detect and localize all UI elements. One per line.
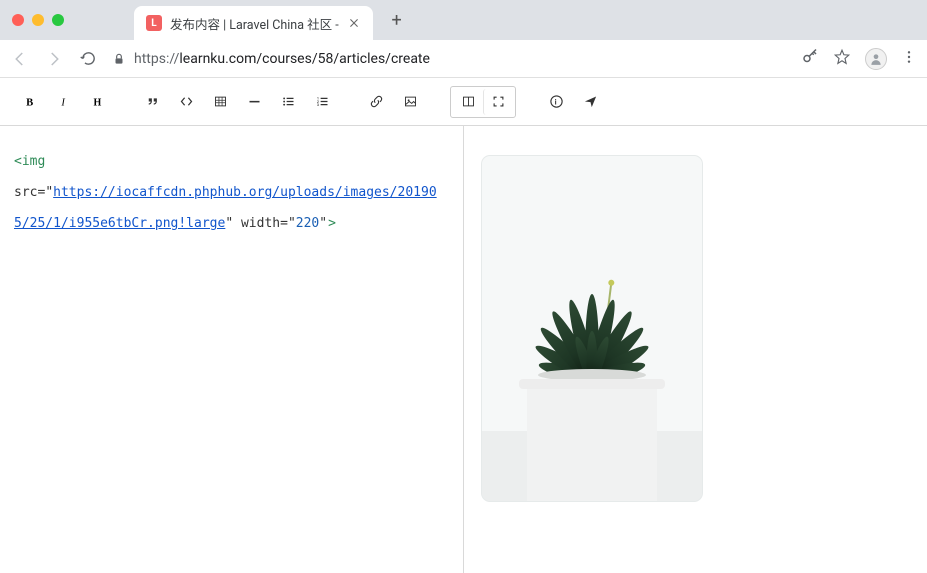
view-mode-group bbox=[450, 86, 516, 118]
tab-close-button[interactable] bbox=[347, 16, 361, 30]
editor-toolbar: B I H 123 i bbox=[0, 78, 927, 126]
split-view-button[interactable] bbox=[453, 89, 483, 115]
key-icon[interactable] bbox=[801, 48, 819, 70]
markdown-source-pane[interactable]: <img src="https://iocaffcdn.phphub.org/u… bbox=[0, 126, 464, 573]
window-titlebar: L 发布内容 | Laravel China 社区 - + bbox=[0, 0, 927, 40]
svg-text:I: I bbox=[60, 97, 65, 108]
new-tab-button[interactable]: + bbox=[385, 8, 409, 32]
minimize-window-button[interactable] bbox=[32, 14, 44, 26]
back-button[interactable] bbox=[10, 49, 30, 69]
markdown-preview-pane bbox=[464, 126, 927, 573]
preview-image bbox=[482, 156, 702, 501]
browser-tab[interactable]: L 发布内容 | Laravel China 社区 - bbox=[134, 6, 373, 40]
fullscreen-button[interactable] bbox=[483, 89, 513, 115]
maximize-window-button[interactable] bbox=[52, 14, 64, 26]
submit-button[interactable] bbox=[576, 88, 604, 116]
source-code[interactable]: <img src="https://iocaffcdn.phphub.org/u… bbox=[14, 146, 449, 240]
menu-button[interactable] bbox=[901, 49, 917, 69]
hr-button[interactable] bbox=[240, 88, 268, 116]
url-field[interactable]: https://learnku.com/courses/58/articles/… bbox=[112, 51, 787, 67]
forward-button[interactable] bbox=[44, 49, 64, 69]
quote-button[interactable] bbox=[138, 88, 166, 116]
heading-button[interactable]: H bbox=[84, 88, 112, 116]
svg-text:H: H bbox=[93, 97, 101, 108]
svg-text:B: B bbox=[26, 97, 33, 108]
svg-text:3: 3 bbox=[316, 103, 318, 107]
bookmark-star-button[interactable] bbox=[833, 48, 851, 70]
address-bar: https://learnku.com/courses/58/articles/… bbox=[0, 40, 927, 78]
link-button[interactable] bbox=[362, 88, 390, 116]
table-button[interactable] bbox=[206, 88, 234, 116]
text-cursor bbox=[327, 215, 328, 230]
svg-text:i: i bbox=[554, 98, 556, 107]
bold-button[interactable]: B bbox=[16, 88, 44, 116]
help-button[interactable]: i bbox=[542, 88, 570, 116]
image-button[interactable] bbox=[396, 88, 424, 116]
profile-avatar-button[interactable] bbox=[865, 48, 887, 70]
lock-icon bbox=[112, 52, 126, 66]
window-controls bbox=[12, 14, 64, 26]
favicon-icon: L bbox=[146, 15, 162, 31]
editor-body: <img src="https://iocaffcdn.phphub.org/u… bbox=[0, 126, 927, 573]
ol-button[interactable]: 123 bbox=[308, 88, 336, 116]
close-window-button[interactable] bbox=[12, 14, 24, 26]
ul-button[interactable] bbox=[274, 88, 302, 116]
tab-title: 发布内容 | Laravel China 社区 - bbox=[170, 14, 339, 33]
url-text: https://learnku.com/courses/58/articles/… bbox=[134, 51, 430, 67]
reload-button[interactable] bbox=[78, 49, 98, 69]
italic-button[interactable]: I bbox=[50, 88, 78, 116]
code-button[interactable] bbox=[172, 88, 200, 116]
